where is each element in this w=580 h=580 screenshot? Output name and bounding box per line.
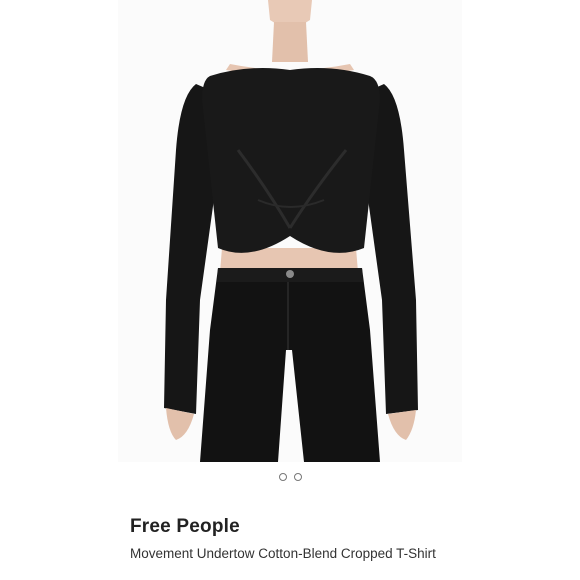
product-image[interactable]	[118, 0, 462, 462]
gallery-dot-1[interactable]	[278, 473, 287, 481]
model-illustration	[164, 0, 418, 462]
product-title[interactable]: Movement Undertow Cotton-Blend Cropped T…	[130, 545, 460, 563]
product-brand[interactable]: Free People	[130, 516, 240, 538]
gallery-pagination	[0, 473, 580, 483]
gallery-dot-2[interactable]	[293, 473, 302, 481]
